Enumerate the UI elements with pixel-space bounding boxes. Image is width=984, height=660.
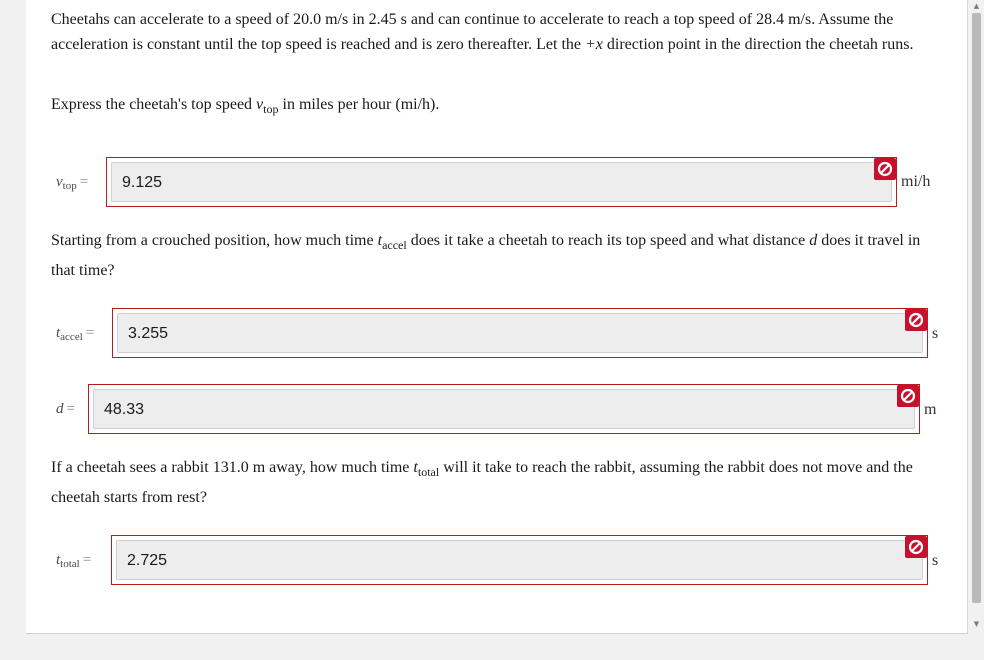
down-arrow-icon[interactable]: ▼ (972, 620, 981, 629)
ttotal-input[interactable]: 2.725 (116, 540, 923, 580)
taccel-unit: s (932, 325, 939, 342)
ttotal-field-wrap: 2.725 (111, 535, 928, 585)
no-entry-icon (905, 309, 927, 331)
d-field-wrap: 48.33 (88, 384, 920, 434)
vertical-scrollbar[interactable]: ▲ ▼ (969, 0, 984, 660)
question-3-text: If a cheetah sees a rabbit 131.0 m away,… (51, 459, 913, 506)
ttotal-label: ttotal = (56, 552, 92, 570)
no-entry-icon (897, 385, 919, 407)
no-entry-icon (905, 536, 927, 558)
d-input[interactable]: 48.33 (93, 389, 915, 429)
no-entry-icon (874, 158, 896, 180)
vtop-field-wrap: 9.125 (106, 157, 897, 207)
d-unit: m (924, 401, 937, 418)
vtop-input[interactable]: 9.125 (111, 162, 892, 202)
scroll-thumb[interactable] (972, 13, 981, 603)
up-arrow-icon[interactable]: ▲ (972, 2, 981, 11)
ttotal-unit: s (932, 552, 939, 569)
taccel-field-wrap: 3.255 (112, 308, 928, 358)
d-label: d = (56, 401, 75, 417)
vtop-label: vtop = (56, 174, 89, 192)
question-1-prompt: Express the cheetah's top speed vtop in … (51, 96, 440, 116)
question-1-text: Cheetahs can accelerate to a speed of 20… (51, 11, 914, 53)
taccel-label: taccel = (56, 325, 95, 343)
question-2-text: Starting from a crouched position, how m… (51, 232, 921, 279)
vtop-unit: mi/h (901, 173, 931, 190)
taccel-input[interactable]: 3.255 (117, 313, 923, 353)
